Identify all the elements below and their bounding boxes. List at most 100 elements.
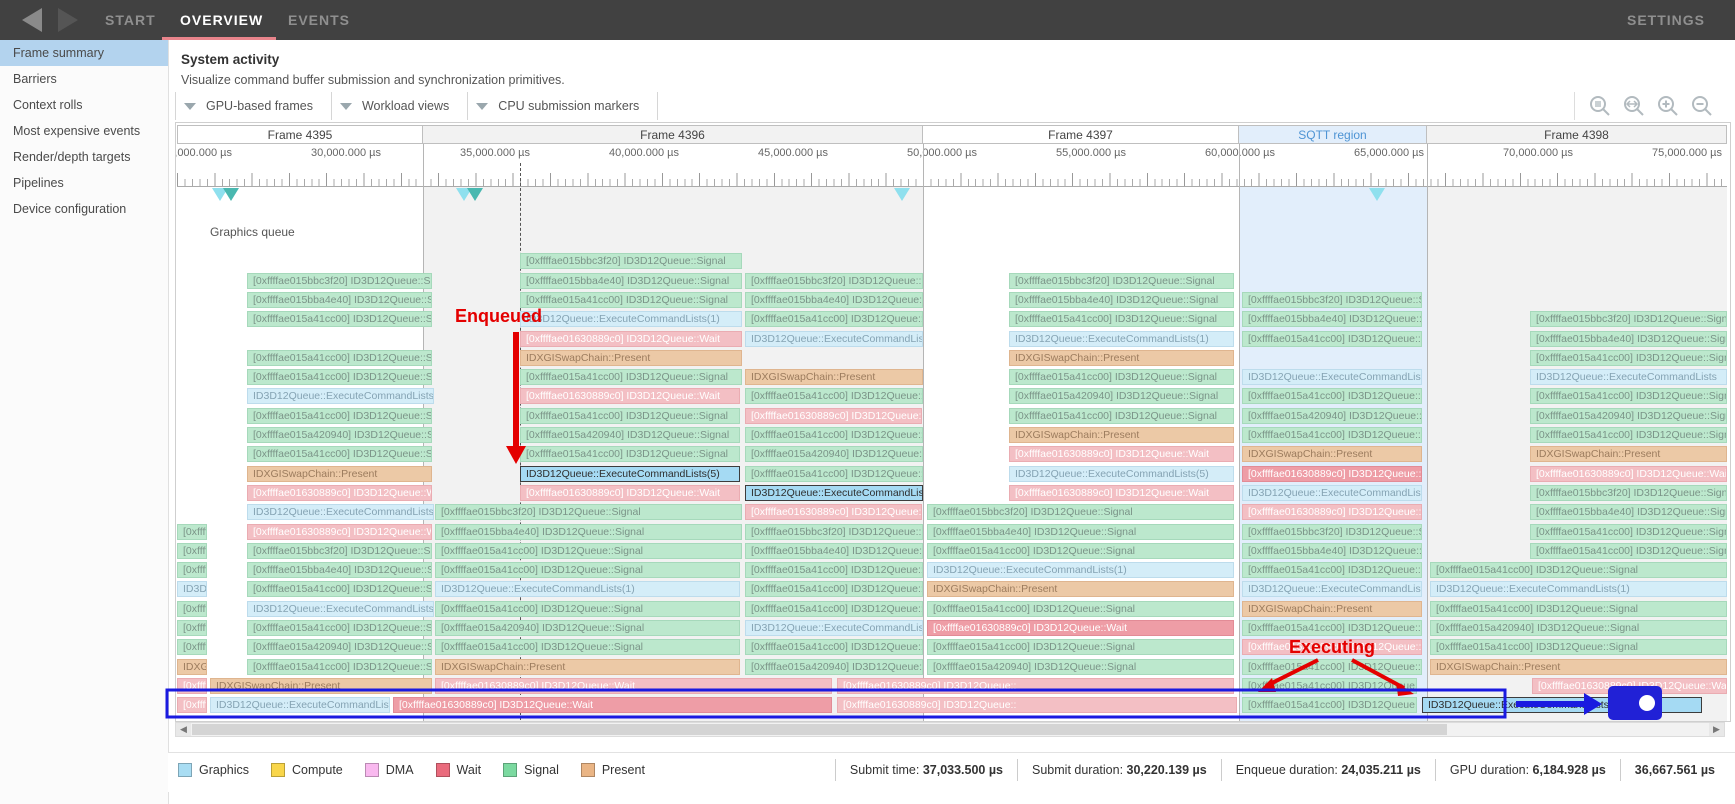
timeline-block[interactable]: [0xffffae01630889c0] ID3D12Queue::Wait [1242, 504, 1422, 520]
timeline-block[interactable]: ID3D12Queue::ExecuteCommandLists [1242, 581, 1422, 597]
timeline-block[interactable]: [0xffffae015a41cc00] ID3D12Queue::Signal [927, 639, 1234, 655]
timeline-block[interactable]: [0xffffae015a41cc00] ID3D12Queue::Signal [1530, 388, 1727, 404]
sidebar-item-render-depth-targets[interactable]: Render/depth targets [0, 144, 168, 170]
system-activity-timeline[interactable]: Frame 4395Frame 4396Frame 4397SQTT regio… [175, 122, 1731, 722]
horizontal-scrollbar[interactable]: ◀ ▶ [175, 722, 1725, 737]
frame-header-frame-4398[interactable]: Frame 4398 [1427, 125, 1727, 144]
timeline-block[interactable]: [0xffffae015a420940] ID3D12Queue::Signal [247, 639, 432, 655]
timeline-block[interactable]: [0xffffae01630889c0] ID3D12Queue::Wait [435, 678, 832, 694]
timeline-block[interactable]: [0xffffae015a41cc00] ID3D12Queue::Signal [1242, 331, 1422, 347]
timeline-block[interactable]: [0xffffae015a41cc00] ID3D12Queue::Signal [520, 292, 742, 308]
timeline-block[interactable]: [0xffffae015a41cc00] ID3D12Queue::Signal [745, 311, 923, 327]
timeline-block[interactable]: [0xffffae015a41cc00] ID3D12Queue::Signal [1242, 562, 1422, 578]
timeline-block[interactable]: [0xffffae015a41cc00] ID3D12Queue::Signal [435, 639, 740, 655]
sidebar-item-barriers[interactable]: Barriers [0, 66, 168, 92]
timeline-block[interactable]: [0xffffae01630889c0] ID3D12Queue::Wait [247, 485, 432, 501]
timeline-block[interactable]: [0xffffae015a41cc00] ID3D12Queue::Signal [1530, 427, 1727, 443]
timeline-block[interactable]: [0xffffae015a420940] ID3D12Queue::Signal [1242, 408, 1422, 424]
frame-header-frame-4397[interactable]: Frame 4397 [923, 125, 1239, 144]
timeline-block[interactable]: [0xffffae015a41cc00] ID3D12Queue::Signal [520, 446, 740, 462]
timeline-block[interactable]: [0xffffae015a420940] ID3D12Queue::Signal [435, 620, 740, 636]
timeline-block[interactable]: [0xffffae015bbc3f20] ID3D12Queue::Signal [1009, 273, 1234, 289]
timeline-block[interactable]: ID3D12Queue::ExecuteCommandLists(1) [435, 581, 740, 597]
timeline-block[interactable]: IDXGISwapChain::Present [927, 581, 1234, 597]
scrollbar-thumb[interactable] [192, 724, 1447, 735]
timeline-block[interactable]: ID3D12Queue::ExecuteCommandLists [745, 331, 923, 347]
timeline-block[interactable]: [0xffffae015a41cc00] ID3D12Queue::Signal [1009, 311, 1234, 327]
timeline-block[interactable]: [0xffffae015a41cc00] ID3D12Queue::Signal [927, 543, 1234, 559]
sidebar-item-most-expensive-events[interactable]: Most expensive events [0, 118, 168, 144]
frame-marker-icon[interactable] [894, 188, 910, 201]
timeline-block[interactable]: [0xffffae015bba4e40] ID3D12Queue::Signal [247, 562, 432, 578]
timeline-block[interactable]: [0xffffae01630889c0] ID3D12Queue::Wait [1530, 466, 1727, 482]
timeline-block[interactable]: [0xffffae015a41cc00] ID3D12Queue::Signal [1242, 659, 1422, 675]
timeline-block[interactable]: ID3D12Queue::ExecuteCommandLists [247, 388, 434, 404]
timeline-block[interactable]: [0xffffae015a41cc00] ID3D12Queue::Signal [745, 388, 923, 404]
timeline-block[interactable]: [0xffffae015a41cc00] ID3D12Queue::Signal [520, 408, 740, 424]
timeline-block[interactable]: [0xffffae01630889c0] ID3D12Queue::Wait [393, 697, 832, 713]
timeline-block[interactable]: [0xffffae015a41cc00] ID3D12Queue::Signal [1009, 408, 1234, 424]
timeline-block[interactable]: ID3D12Queue::ExecuteCommandLists(1) [1430, 581, 1727, 597]
timeline-block[interactable]: [0xffffae015a420940] ID3D12Queue::Signal [1530, 408, 1727, 424]
timeline-block[interactable]: [0xffffae015bbc3f20] ID3D12Queue::Signal [177, 639, 207, 655]
timeline-block[interactable]: [0xffffae015bbc3f20] ID3D12Queue::Signal [1242, 292, 1422, 308]
timeline-block[interactable]: [0xffffae015a41cc00] ID3D12Queue::Signal [247, 350, 432, 366]
timeline-block[interactable]: [0xffffae015a41cc00] ID3D12Queue::Signal [1242, 697, 1417, 713]
timeline-block[interactable]: IDXGISwapChain::Present [210, 678, 432, 694]
timeline-block[interactable]: [0xffffae015a420940] ID3D12Queue::Signal [520, 427, 740, 443]
timeline-block[interactable]: [0xffffae015a41cc00] ID3D12Queue::Signal [247, 369, 432, 385]
scroll-right-arrow[interactable]: ▶ [1709, 723, 1724, 736]
timeline-block[interactable]: [0xffffae015bba4e40] ID3D12Queue::Signal [247, 292, 432, 308]
timeline-block[interactable]: IDXGISwapChain::Present [1009, 350, 1234, 366]
timeline-block[interactable]: [0xffffae015bbc3f20] ID3D12Queue::Signal [177, 543, 207, 559]
timeline-block[interactable]: [0xffffae01630889c0] ID3D12Queue:: [837, 678, 1234, 694]
sidebar-item-context-rolls[interactable]: Context rolls [0, 92, 168, 118]
timeline-block[interactable]: [0xffffae015a41cc00] ID3D12Queue::Signal [1530, 524, 1727, 540]
timeline-block[interactable]: [0xffffae015bbc3f20] ID3D12Queue::Signal [1530, 311, 1727, 327]
timeline-block[interactable]: [0xffffae015a41cc00] ID3D12Queue::Signal [1430, 562, 1727, 578]
timeline-block[interactable]: [0xffffae015a41cc00] ID3D12Queue::Signal [520, 369, 742, 385]
frame-header-frame-4396[interactable]: Frame 4396 [423, 125, 923, 144]
timeline-block[interactable]: [0xffffae015a420940] ID3D12Queue::Signal [1009, 388, 1234, 404]
timeline-block[interactable]: [0xffffae01630889c0] ID3D12Queue:: [1242, 639, 1422, 655]
timeline-block[interactable]: [0xffffae015a420940] ID3D12Queue::Signal [1430, 620, 1727, 636]
timeline-block[interactable]: ID3D12Queue::ExecuteCommandLists [247, 601, 434, 617]
frame-header-frame-4395[interactable]: Frame 4395 [177, 125, 423, 144]
frame-marker-icon[interactable] [467, 188, 483, 201]
timeline-block[interactable]: [0xffffae015a41cc00] ID3D12Queue::Signal [745, 581, 923, 597]
timeline-block[interactable]: ID3D12Queue::ExecuteCommandLists(1) [927, 562, 1234, 578]
timeline-block[interactable]: [0xffffae015bbc3f20] ID3D12Queue::Signal [177, 524, 207, 540]
timeline-block[interactable]: [0xffffae015bba4e40] ID3D12Queue::Signal [745, 292, 923, 308]
timeline-block[interactable]: [0xffffae015a41cc00] ID3D12Queue::Signal [435, 562, 740, 578]
timeline-block[interactable]: [0xffffae015a41cc00] ID3D12Queue::Signal [1242, 620, 1422, 636]
timeline-block[interactable]: IDXGISwapChain::Present [1430, 659, 1727, 675]
timeline-block[interactable]: [0xffffae015a41cc00] ID3D12Queue::Signal [745, 427, 923, 443]
timeline-block[interactable]: [0xffffae01630889c0] ID3D12Queue::Wait [247, 524, 432, 540]
sidebar-item-device-configuration[interactable]: Device configuration [0, 196, 168, 222]
timeline-block[interactable]: ID3D12Queue::ExecuteCommandLists(5) [1242, 485, 1422, 501]
timeline-block[interactable]: IDXGISwapChain::Present [435, 659, 740, 675]
timeline-block[interactable]: [0xffffae015a41cc00] ID3D12Queue::Signal [247, 581, 432, 597]
timeline-block[interactable]: [0xffffae015a41cc00] ID3D12Queue::Signal [247, 446, 432, 462]
timeline-block[interactable]: [0xffffae01630889c0] ID3D12Queue::Wait [177, 697, 207, 713]
timeline-block[interactable]: [0xffffae01630889c0] ID3D12Queue::Wait [1009, 446, 1234, 462]
timeline-block[interactable]: [0xffffae015a41cc00] ID3D12Queue::Signal [1242, 388, 1422, 404]
timeline-block[interactable]: [0xffffae015bbc3f20] ID3D12Queue::Signal [745, 524, 923, 540]
timeline-block[interactable]: [0xffffae015bbc3f20] ID3D12Queue::Signal [745, 273, 923, 289]
timeline-block[interactable]: [0xffffae015a41cc00] ID3D12Queue::Signal [1430, 639, 1727, 655]
timeline-block[interactable]: [0xffffae015bbc3f20] ID3D12Queue::Signal [1530, 485, 1727, 501]
forward-arrow-icon[interactable] [58, 8, 78, 32]
timeline-block[interactable]: [0xffffae015a41cc00] ID3D12Queue::Signal [1430, 601, 1727, 617]
timeline-block[interactable]: [0xffffae015bbc3f20] ID3D12Queue::Signal [435, 504, 742, 520]
timeline-block[interactable]: [0xffffae01630889c0] ID3D12Queue::Wait [1242, 466, 1422, 482]
timeline-block[interactable]: [0xffffae015bbc3f20] ID3D12Queue::Signal [927, 504, 1234, 520]
timeline-block[interactable]: [0xffffae015bba4e40] ID3D12Queue::Signal [1530, 504, 1727, 520]
timeline-block[interactable]: [0xffffae015bba4e40] ID3D12Queue::Signal [1242, 311, 1422, 327]
back-arrow-icon[interactable] [22, 8, 42, 32]
frame-marker-icon[interactable] [1369, 188, 1385, 201]
tab-settings[interactable]: SETTINGS [1627, 0, 1705, 40]
timeline-block[interactable]: [0xffffae01630889c0] ID3D12Queue::Wait [520, 388, 740, 404]
timeline-block[interactable]: ID3D12Queue::ExecuteCommandLists(5) [1009, 466, 1234, 482]
scroll-left-arrow[interactable]: ◀ [176, 723, 191, 736]
timeline-block[interactable]: [0xffffae015a41cc00] ID3D12Queue::Signal [745, 466, 923, 482]
